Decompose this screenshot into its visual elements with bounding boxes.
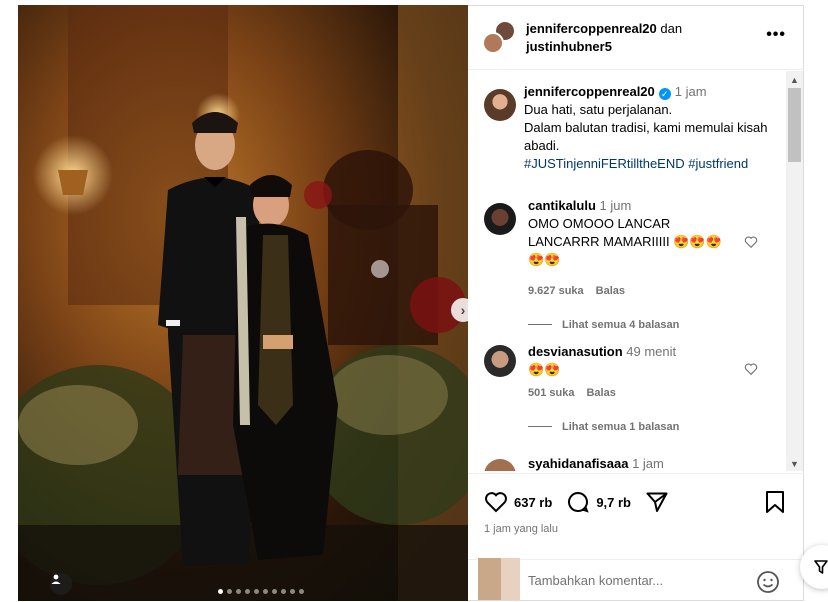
- carousel-dot: [254, 589, 259, 594]
- replies-divider: [528, 426, 552, 427]
- like-heart-icon[interactable]: [484, 490, 508, 514]
- next-photo-button[interactable]: ›: [451, 298, 468, 322]
- comment-text: OMO OMOOO LANCAR LANCARRR MAMARIIIII 😍😍😍…: [528, 216, 722, 267]
- reply-button[interactable]: Balas: [596, 285, 625, 297]
- tagged-users-button[interactable]: [50, 573, 72, 595]
- avatar: [478, 558, 520, 600]
- comment-item: syahidanafisaaa 1 jam: [484, 455, 784, 471]
- caption-username[interactable]: jennifercoppenreal20: [524, 84, 655, 99]
- view-replies-button[interactable]: Lihat semua 1 balasan: [528, 421, 679, 433]
- avatar[interactable]: [484, 345, 516, 377]
- carousel-dots: [218, 589, 304, 594]
- author-username[interactable]: jennifercoppenreal20: [526, 21, 657, 36]
- post-caption: jennifercoppenreal20 ✓ 1 jam Dua hati, sat…: [484, 83, 784, 183]
- comment-time: 1 jum: [599, 198, 632, 213]
- carousel-dot: [245, 589, 250, 594]
- author-username[interactable]: justinhubner5: [526, 39, 612, 54]
- comment-input[interactable]: Tambahkan komentar...: [528, 573, 663, 588]
- comments-scrollbar[interactable]: ▲ ▼: [786, 71, 803, 471]
- scrollbar-thumb[interactable]: [788, 88, 801, 162]
- scroll-up-icon[interactable]: ▲: [790, 75, 799, 85]
- likes-count[interactable]: 637 rb: [514, 495, 552, 510]
- post-header: jennifercoppenreal20 dan justinhubner5 •…: [468, 6, 804, 70]
- collab-avatars[interactable]: [482, 20, 516, 54]
- avatar[interactable]: [482, 32, 504, 54]
- caption-line: Dalam balutan tradisi, kami memulai kisa…: [524, 120, 768, 153]
- avatar[interactable]: [484, 459, 516, 471]
- comment-username[interactable]: syahidanafisaaa: [528, 456, 628, 471]
- floating-filter-button[interactable]: [800, 545, 828, 589]
- comment-username[interactable]: desvianasution: [528, 344, 623, 359]
- emoji-icon[interactable]: [756, 570, 780, 594]
- post-actions: 637 rb 9,7 rb 1 jam yang lalu: [468, 473, 804, 559]
- add-comment-bar: Tambahkan komentar...: [468, 558, 804, 602]
- view-replies-button[interactable]: Lihat semua 4 balasan: [528, 319, 679, 331]
- carousel-dot: [290, 589, 295, 594]
- person-icon: [51, 574, 61, 584]
- carousel-dot: [299, 589, 304, 594]
- carousel-dot: [272, 589, 277, 594]
- comment-text: 😍😍: [528, 362, 561, 377]
- reply-button[interactable]: Balas: [586, 387, 615, 399]
- filter-icon: [814, 560, 828, 574]
- replies-divider: [528, 324, 552, 325]
- view-replies-label: Lihat semua 4 balasan: [562, 319, 680, 331]
- comment-bubble-icon[interactable]: [566, 490, 590, 514]
- comments-count[interactable]: 9,7 rb: [596, 495, 631, 510]
- comments-scroll-area[interactable]: jennifercoppenreal20 ✓ 1 jam Dua hati, sat…: [468, 71, 804, 471]
- like-comment-heart-icon[interactable]: [744, 362, 758, 376]
- more-options-button[interactable]: •••: [766, 26, 786, 44]
- comment-item: desvianasution 49 menit 😍😍 501 suka Balas…: [484, 343, 784, 453]
- avatar[interactable]: [484, 89, 516, 121]
- verified-badge-icon: ✓: [658, 88, 671, 100]
- hashtag-link[interactable]: #JUSTinjenniFERtilltheEND: [524, 156, 685, 171]
- carousel-dot: [263, 589, 268, 594]
- comment-username[interactable]: cantikalulu: [528, 198, 596, 213]
- comment-likes[interactable]: 9.627 suka: [528, 285, 584, 297]
- avatar[interactable]: [484, 203, 516, 235]
- instagram-post-viewer: › jennifercoppenreal20 dan justinhubner5…: [0, 0, 828, 602]
- wedding-photo-illustration: [18, 5, 468, 601]
- view-replies-label: Lihat semua 1 balasan: [562, 421, 680, 433]
- comment-time: 1 jam: [632, 456, 664, 471]
- carousel-dot: [227, 589, 232, 594]
- comment-time: 49 menit: [626, 344, 677, 359]
- post-side-panel: jennifercoppenreal20 dan justinhubner5 •…: [468, 5, 804, 601]
- carousel-dot: [236, 589, 241, 594]
- caption-line: Dua hati, satu perjalanan.: [524, 102, 673, 117]
- bookmark-icon[interactable]: [764, 490, 786, 514]
- hashtag-link[interactable]: #justfriend: [688, 156, 748, 171]
- post-photo: ›: [18, 5, 468, 601]
- like-comment-heart-icon[interactable]: [744, 235, 758, 249]
- carousel-dot: [218, 589, 223, 594]
- carousel-dot: [281, 589, 286, 594]
- posted-time: 1 jam yang lalu: [484, 523, 558, 535]
- scroll-down-icon[interactable]: ▼: [790, 459, 799, 469]
- author-connector: dan: [660, 21, 683, 36]
- caption-time: 1 jam: [674, 84, 707, 99]
- comment-likes[interactable]: 501 suka: [528, 387, 574, 399]
- comment-item: cantikalulu 1 jum OMO OMOOO LANCAR LANCA…: [484, 197, 784, 331]
- share-send-icon[interactable]: [645, 490, 669, 514]
- post-authors: jennifercoppenreal20 dan justinhubner5: [526, 20, 682, 56]
